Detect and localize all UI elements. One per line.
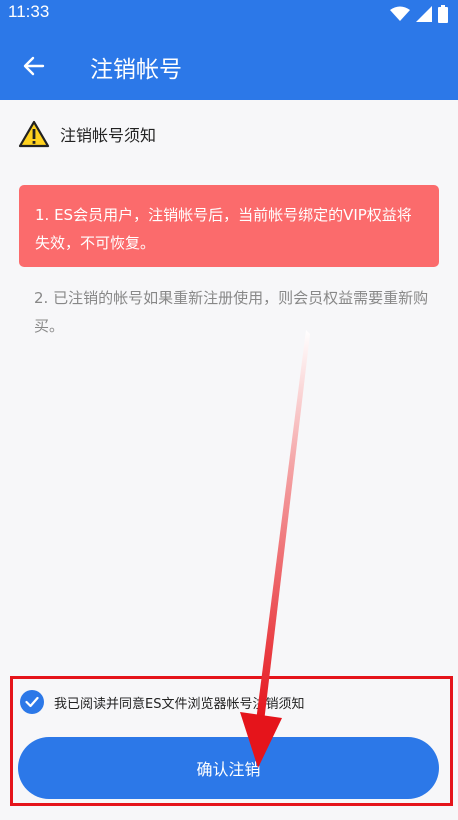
notice-item-1: 1. ES会员用户，注销帐号后，当前帐号绑定的VIP权益将失效，不可恢复。 [35, 206, 412, 252]
notice-heading-text: 注销帐号须知 [60, 126, 157, 145]
wifi-icon [390, 6, 410, 21]
arrow-left-icon [23, 56, 45, 76]
check-icon [25, 696, 39, 708]
app-bar: 11:33 注销帐号 [0, 0, 458, 100]
status-time: 11:33 [8, 2, 50, 21]
agreement-row[interactable]: 我已阅读并同意ES文件浏览器帐号注销须知 [20, 690, 304, 714]
annotation-arrow-shaft [256, 330, 310, 722]
notice-item-2: 2. 已注销的帐号如果重新注册使用，则会员权益需要重新购买。 [34, 289, 429, 335]
warning-icon [18, 120, 50, 148]
toolbar: 注销帐号 [0, 38, 458, 94]
status-icons [390, 4, 448, 24]
agreement-checkbox[interactable] [20, 690, 44, 714]
back-button[interactable] [18, 50, 50, 82]
battery-icon [438, 5, 448, 23]
signal-icon [416, 6, 432, 22]
agreement-text[interactable]: 我已阅读并同意ES文件浏览器帐号注销须知 [54, 693, 304, 712]
notice-heading: 注销帐号须知 [18, 120, 156, 148]
page-title: 注销帐号 [90, 57, 182, 83]
confirm-cancel-account-button[interactable]: 确认注销 [18, 737, 439, 799]
warning-box: 1. ES会员用户，注销帐号后，当前帐号绑定的VIP权益将失效，不可恢复。 [19, 185, 439, 267]
status-bar: 11:33 [0, 0, 458, 28]
